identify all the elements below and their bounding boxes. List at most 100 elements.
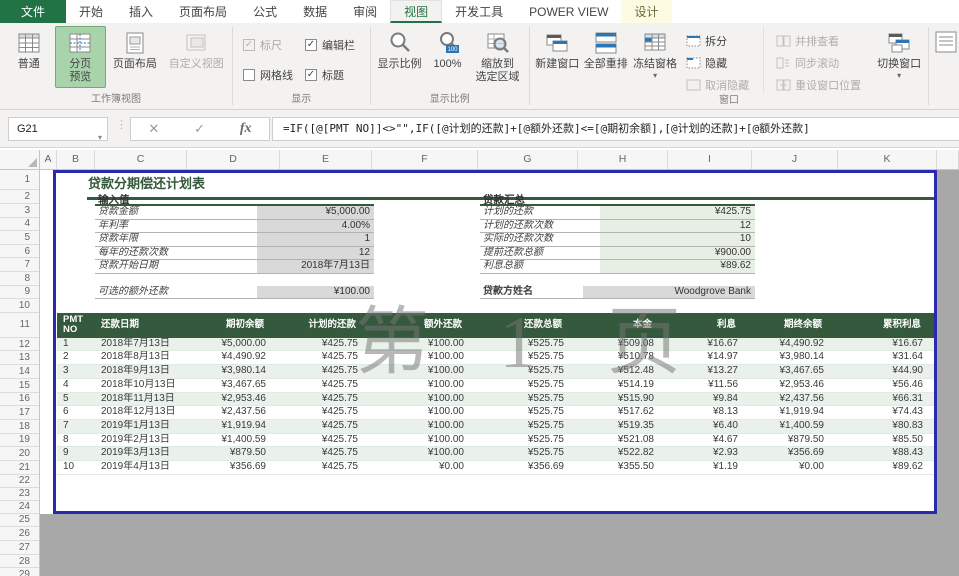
row-header-18[interactable]: 18 [0,420,39,434]
zoom-100-button[interactable]: 100 100% [426,26,470,75]
cell[interactable]: ¥1,400.59 [187,434,280,447]
row-header-24[interactable]: 24 [0,501,39,514]
row-header-1[interactable]: 1 [0,170,39,190]
row-header-15[interactable]: 15 [0,379,39,393]
cell[interactable]: 9 [57,447,95,460]
row-header-23[interactable]: 23 [0,488,39,501]
cell[interactable]: ¥1,919.94 [752,406,838,419]
page-layout-button[interactable]: 页面布局 [106,26,163,75]
column-header-C[interactable]: C [95,150,187,170]
cell[interactable]: ¥425.75 [280,365,372,378]
column-header-J[interactable]: J [752,150,838,170]
input-label[interactable]: 贷款年限 [95,233,257,246]
amortization-header[interactable]: 还款总额 [478,313,578,338]
cell[interactable]: ¥100.00 [372,420,478,433]
cell[interactable]: 1 [57,338,95,351]
cell[interactable]: ¥2,437.56 [752,393,838,406]
cell[interactable]: ¥525.75 [478,420,578,433]
cell[interactable]: ¥425.75 [280,406,372,419]
input-label[interactable]: 每年的还款次数 [95,247,257,260]
cell[interactable]: ¥3,467.65 [187,379,280,392]
cell[interactable]: 2019年4月13日 [95,461,187,474]
cell[interactable]: ¥100.00 [372,406,478,419]
cell[interactable]: ¥56.46 [838,379,937,392]
row-header-8[interactable]: 8 [0,272,39,286]
cell[interactable]: ¥512.48 [578,365,668,378]
cell[interactable]: 5 [57,393,95,406]
cell[interactable]: ¥100.00 [372,393,478,406]
cell[interactable]: ¥356.69 [478,461,578,474]
amortization-header[interactable]: 利息 [668,313,752,338]
cell[interactable]: ¥1,919.94 [187,420,280,433]
cell[interactable]: ¥2,953.46 [187,393,280,406]
cell[interactable]: ¥355.50 [578,461,668,474]
zoom-to-selection-button[interactable]: 缩放到 选定区域 [470,26,526,88]
cell[interactable]: ¥425.75 [280,461,372,474]
tab-插入[interactable]: 插入 [116,0,166,23]
input-value[interactable]: 2018年7月13日 [257,260,374,273]
cell[interactable]: ¥521.08 [578,434,668,447]
cell[interactable]: ¥425.75 [280,379,372,392]
column-header-E[interactable]: E [280,150,372,170]
row-header-19[interactable]: 19 [0,434,39,448]
cell[interactable]: ¥9.84 [668,393,752,406]
summary-value[interactable]: ¥425.75 [600,206,755,219]
normal-view-button[interactable]: 普通 [3,26,55,75]
tab-公式[interactable]: 公式 [240,0,290,23]
column-header-B[interactable]: B [57,150,95,170]
cell[interactable]: ¥525.75 [478,338,578,351]
cell[interactable]: ¥525.75 [478,351,578,364]
summary-value[interactable]: ¥89.62 [600,260,755,273]
cell[interactable]: ¥509.08 [578,338,668,351]
cell[interactable]: ¥5,000.00 [187,338,280,351]
zoom-button[interactable]: 显示比例 [374,26,426,75]
summary-value[interactable]: 10 [600,233,755,246]
summary-value[interactable]: ¥900.00 [600,247,755,260]
name-box[interactable]: G21 ▾ [8,117,108,141]
tab-POWER VIEW[interactable]: POWER VIEW [516,0,621,23]
row-header-11[interactable]: 11 [0,313,39,338]
cell[interactable]: ¥879.50 [187,447,280,460]
tab-页面布局[interactable]: 页面布局 [166,0,240,23]
tab-开发工具[interactable]: 开发工具 [442,0,516,23]
cell[interactable]: ¥2,953.46 [752,379,838,392]
cell[interactable]: 2018年7月13日 [95,338,187,351]
cell[interactable]: ¥80.83 [838,420,937,433]
cell[interactable]: ¥3,467.65 [752,365,838,378]
tab-文件[interactable]: 文件 [0,0,66,23]
cell[interactable]: ¥425.75 [280,420,372,433]
tab-设计[interactable]: 设计 [621,0,671,23]
formula-input[interactable]: =IF([@[PMT NO]]<>"",IF([@计划的还款]+[@额外还款]<… [272,117,959,141]
row-header-10[interactable]: 10 [0,299,39,313]
lender-label[interactable]: 贷款方姓名 [480,286,583,300]
cell[interactable]: ¥4,490.92 [187,351,280,364]
cell[interactable]: ¥510.78 [578,351,668,364]
cancel-entry-icon[interactable]: ✕ [148,121,159,137]
cell[interactable]: ¥100.00 [372,447,478,460]
cell[interactable]: ¥4.67 [668,434,752,447]
cell[interactable]: ¥1,400.59 [752,420,838,433]
column-header-I[interactable]: I [668,150,752,170]
cell[interactable]: ¥1.19 [668,461,752,474]
cell[interactable]: ¥100.00 [372,338,478,351]
switch-windows-button[interactable]: 切换窗口 ▾ [873,26,925,84]
cell[interactable]: ¥525.75 [478,434,578,447]
amortization-header[interactable]: PMT NO [57,313,95,338]
cell[interactable]: ¥14.97 [668,351,752,364]
page-break-preview-button[interactable]: 分页 预览 [55,26,107,88]
cell[interactable]: 2 [57,351,95,364]
gridlines-checkbox[interactable]: 网格线 [243,67,293,83]
cell[interactable]: ¥425.75 [280,351,372,364]
row-header-5[interactable]: 5 [0,231,39,245]
cell[interactable]: ¥879.50 [752,434,838,447]
cell[interactable]: ¥11.56 [668,379,752,392]
cell[interactable]: ¥519.35 [578,420,668,433]
hide-button[interactable]: 隐藏 [686,55,749,71]
cell[interactable]: ¥0.00 [372,461,478,474]
row-header-6[interactable]: 6 [0,245,39,259]
cell[interactable]: ¥525.75 [478,406,578,419]
summary-label[interactable]: 计划的还款次数 [480,220,600,233]
cell[interactable]: 2019年1月13日 [95,420,187,433]
cell[interactable]: ¥3,980.14 [187,365,280,378]
row-header-9[interactable]: 9 [0,286,39,300]
